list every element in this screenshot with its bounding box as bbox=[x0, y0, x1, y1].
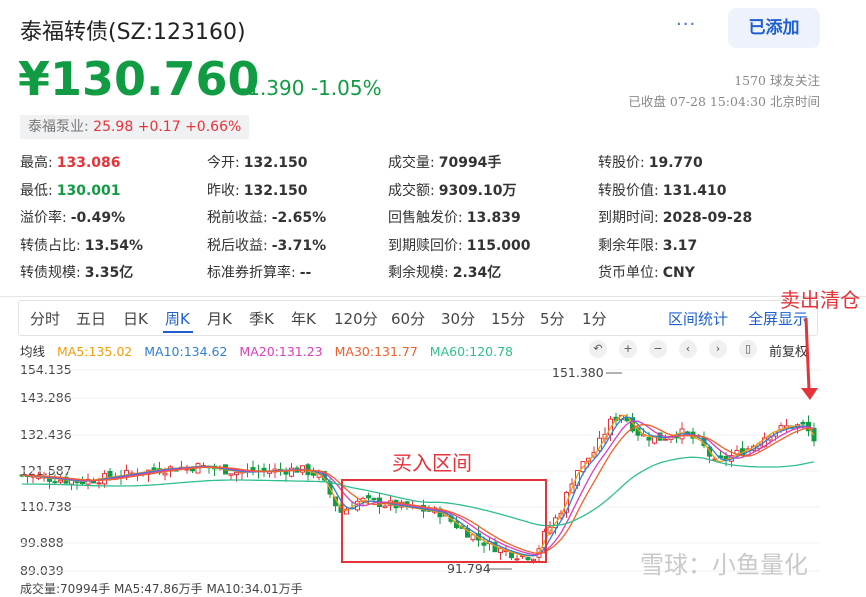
candle-body bbox=[481, 542, 487, 546]
candle-body bbox=[800, 421, 806, 425]
candle-body bbox=[47, 478, 52, 482]
watermark-text: 雪球：小鱼量化 bbox=[640, 551, 808, 579]
ma-line bbox=[22, 424, 815, 554]
low-price-label: 91.794 bbox=[447, 561, 491, 576]
sell-annotation: 卖出清仓 bbox=[780, 288, 860, 312]
candle-body bbox=[646, 437, 652, 441]
sell-arrow-shaft bbox=[804, 317, 811, 391]
candle-body bbox=[228, 473, 234, 476]
high-price-label: 151.380 bbox=[552, 365, 604, 380]
candle-body bbox=[525, 557, 531, 561]
candle-body bbox=[162, 472, 168, 476]
buy-zone-annotation: 买入区间 bbox=[392, 451, 472, 475]
candle-body bbox=[52, 481, 58, 484]
moving-average-lines bbox=[21, 414, 815, 557]
candle-body bbox=[382, 505, 388, 508]
candle-body bbox=[234, 471, 239, 476]
candle-body bbox=[96, 482, 102, 485]
ma-line bbox=[22, 420, 815, 556]
candle-body bbox=[58, 479, 63, 483]
candle-body bbox=[371, 497, 377, 500]
candle-body bbox=[514, 558, 520, 561]
kline-chart[interactable]: 151.380 91.794 bbox=[0, 0, 866, 589]
candle-body bbox=[366, 495, 371, 499]
candle-body bbox=[663, 438, 668, 441]
candle-body bbox=[91, 480, 96, 484]
candle-body bbox=[261, 467, 267, 472]
candle-body bbox=[531, 558, 536, 562]
